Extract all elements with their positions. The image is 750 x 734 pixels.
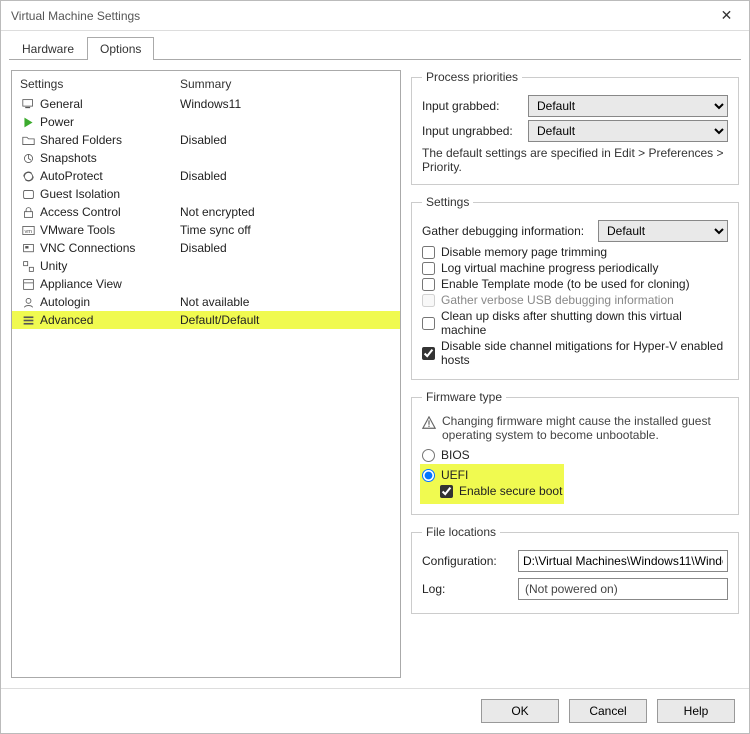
settings-row-summary: Time sync off [180,223,392,237]
settings-row-guest-isolation[interactable]: Guest Isolation [12,185,400,203]
advanced-icon [20,313,36,327]
settings-row-summary: Default/Default [180,313,392,327]
legend-firmware: Firmware type [422,390,506,404]
monitor-icon [20,97,36,111]
process-note: The default settings are specified in Ed… [422,146,728,174]
chk-log-progress[interactable]: Log virtual machine progress periodicall… [422,261,728,275]
chk-secure-boot[interactable]: Enable secure boot [440,484,562,498]
settings-row-name: Unity [40,259,180,273]
legend-settings: Settings [422,195,473,209]
chk-disable-trim[interactable]: Disable memory page trimming [422,245,728,259]
settings-row-name: Shared Folders [40,133,180,147]
group-process-priorities: Process priorities Input grabbed: Defaul… [411,70,739,185]
close-button[interactable]: ✕ [704,1,749,31]
log-path-display: (Not powered on) [518,578,728,600]
settings-row-name: Advanced [40,313,180,327]
settings-row-general[interactable]: GeneralWindows11 [12,95,400,113]
vm-icon: vm [20,223,36,237]
settings-row-name: Snapshots [40,151,180,165]
settings-row-summary: Not available [180,295,392,309]
tab-hardware[interactable]: Hardware [9,37,87,60]
chk-template-mode[interactable]: Enable Template mode (to be used for clo… [422,277,728,291]
label-input-ungrabbed: Input ungrabbed: [422,124,522,138]
firmware-warning: Changing firmware might cause the instal… [422,414,728,442]
select-input-ungrabbed[interactable]: Default [528,120,728,142]
settings-row-snapshots[interactable]: Snapshots [12,149,400,167]
settings-row-name: Access Control [40,205,180,219]
vnc-icon [20,241,36,255]
window-title: Virtual Machine Settings [11,9,140,23]
settings-row-appliance-view[interactable]: Appliance View [12,275,400,293]
lock-icon [20,205,36,219]
warning-icon [422,414,436,433]
isolation-icon [20,187,36,201]
settings-row-name: Power [40,115,180,129]
right-panel: Process priorities Input grabbed: Defaul… [411,70,739,678]
unity-icon [20,259,36,273]
label-configuration: Configuration: [422,554,512,568]
settings-row-summary: Windows11 [180,97,392,111]
settings-row-name: Autologin [40,295,180,309]
label-gather-debug: Gather debugging information: [422,224,592,238]
legend-process: Process priorities [422,70,522,84]
settings-row-summary: Disabled [180,241,392,255]
radio-uefi[interactable]: UEFI [422,468,562,482]
settings-list-panel: Settings Summary GeneralWindows11PowerSh… [11,70,401,678]
settings-row-name: VNC Connections [40,241,180,255]
settings-row-vnc-connections[interactable]: VNC ConnectionsDisabled [12,239,400,257]
settings-row-unity[interactable]: Unity [12,257,400,275]
group-file-locations: File locations Configuration: Log: (Not … [411,525,739,614]
firmware-highlight: UEFI Enable secure boot [420,464,564,504]
tabstrip: Hardware Options [1,31,749,60]
chk-sidechannel[interactable]: Disable side channel mitigations for Hyp… [422,339,728,367]
select-input-grabbed[interactable]: Default [528,95,728,117]
settings-row-summary: Disabled [180,169,392,183]
folder-icon [20,133,36,147]
ok-button[interactable]: OK [481,699,559,723]
settings-row-autologin[interactable]: AutologinNot available [12,293,400,311]
settings-row-shared-folders[interactable]: Shared FoldersDisabled [12,131,400,149]
tab-options[interactable]: Options [87,37,154,60]
settings-row-name: VMware Tools [40,223,180,237]
settings-row-name: Guest Isolation [40,187,180,201]
column-header-summary[interactable]: Summary [180,77,392,91]
legend-files: File locations [422,525,500,539]
radio-bios[interactable]: BIOS [422,448,728,462]
settings-list[interactable]: GeneralWindows11PowerShared FoldersDisab… [12,95,400,677]
select-gather-debug[interactable]: Default [598,220,728,242]
dialog-button-bar: OK Cancel Help [1,688,749,733]
column-header-settings[interactable]: Settings [20,77,180,91]
cancel-button[interactable]: Cancel [569,699,647,723]
snapshot-icon [20,151,36,165]
settings-row-power[interactable]: Power [12,113,400,131]
power-icon [20,115,36,129]
appliance-icon [20,277,36,291]
input-configuration-path[interactable] [518,550,728,572]
settings-list-header: Settings Summary [12,71,400,95]
chk-usb-verbose: Gather verbose USB debugging information [422,293,728,307]
dialog-body: Settings Summary GeneralWindows11PowerSh… [1,60,749,688]
settings-row-summary: Not encrypted [180,205,392,219]
settings-row-name: Appliance View [40,277,180,291]
svg-text:vm: vm [24,228,32,234]
autologin-icon [20,295,36,309]
group-settings: Settings Gather debugging information: D… [411,195,739,380]
autoprotect-icon [20,169,36,183]
settings-row-autoprotect[interactable]: AutoProtectDisabled [12,167,400,185]
settings-row-name: AutoProtect [40,169,180,183]
settings-row-advanced[interactable]: AdvancedDefault/Default [12,311,400,329]
settings-row-name: General [40,97,180,111]
label-log: Log: [422,582,512,596]
help-button[interactable]: Help [657,699,735,723]
chk-cleanup-disks[interactable]: Clean up disks after shutting down this … [422,309,728,337]
settings-row-access-control[interactable]: Access ControlNot encrypted [12,203,400,221]
settings-row-vmware-tools[interactable]: vm VMware ToolsTime sync off [12,221,400,239]
title-bar: Virtual Machine Settings ✕ [1,1,749,31]
settings-row-summary: Disabled [180,133,392,147]
label-input-grabbed: Input grabbed: [422,99,522,113]
group-firmware-type: Firmware type Changing firmware might ca… [411,390,739,515]
